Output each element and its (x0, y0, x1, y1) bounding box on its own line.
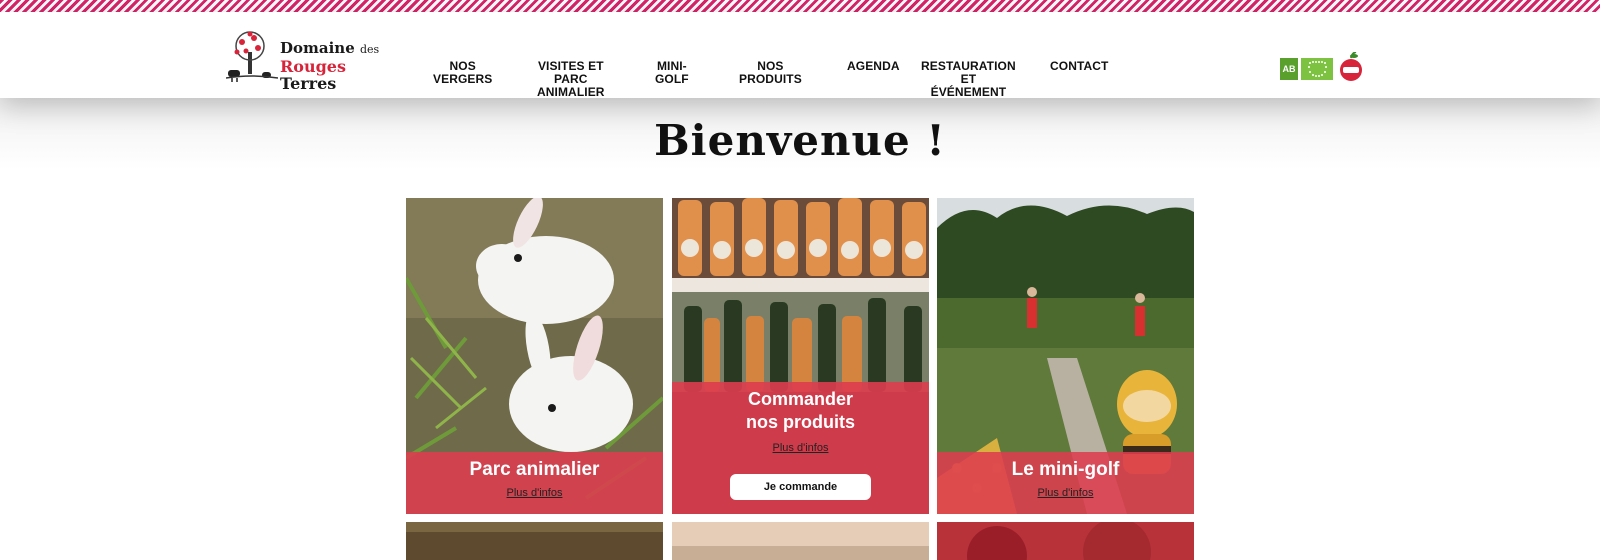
apple-tree-logo-icon (226, 31, 278, 82)
eu-organic-leaf-icon (1301, 58, 1333, 80)
nav-item-nos-vergers[interactable]: NOS VERGERS (433, 60, 492, 86)
nav-item-mini-golf[interactable]: MINI-GOLF (655, 60, 689, 86)
card-photo (672, 522, 929, 560)
logo-text-domaine: Domaine (280, 39, 355, 57)
order-button[interactable]: Je commande (730, 474, 871, 500)
card-photo (406, 522, 663, 560)
more-info-link[interactable]: Plus d'infos (1038, 487, 1094, 499)
logo-text-des: des (360, 43, 380, 56)
nav-label-line2: ÉVÉNEMENT (930, 85, 1007, 99)
card-mini-golf[interactable]: Le mini-golf Plus d'infos (937, 198, 1194, 514)
nav-label: AGENDA (847, 59, 900, 73)
page-title: Bienvenue ! (654, 116, 946, 165)
ab-organic-icon: AB (1280, 58, 1298, 80)
nav-label: NOS PRODUITS (739, 59, 802, 86)
nav-label: VISITES ET PARC (537, 59, 604, 86)
logo-wordmark: Domaine des Rouges Terres (280, 39, 396, 93)
card-row2-3[interactable] (937, 522, 1194, 560)
card-photo (937, 522, 1194, 560)
card-title-line1: Commander (747, 389, 854, 409)
card-title: Commander nos produits (672, 388, 929, 434)
card-title: Parc animalier (469, 459, 600, 480)
more-info-link[interactable]: Plus d'infos (773, 442, 829, 454)
card-row2-2[interactable] (672, 522, 929, 560)
nav-label: MINI-GOLF (655, 59, 689, 86)
card-caption-band: Parc animalier Plus d'infos (406, 452, 663, 514)
apple-logo-icon (1340, 52, 1362, 81)
site-header: Domaine des Rouges Terres NOS VERGERS VI… (0, 12, 1600, 99)
nav-label: NOS VERGERS (433, 59, 493, 86)
nav-label: RESTAURATION ET (921, 59, 1016, 86)
card-caption-band: Le mini-golf Plus d'infos (937, 452, 1194, 514)
card-commander-produits[interactable]: Commander nos produits Plus d'infos Je co… (672, 198, 929, 514)
card-caption-band: Commander nos produits Plus d'infos Je co… (672, 382, 929, 514)
nav-item-nos-produits[interactable]: NOS PRODUITS (739, 60, 802, 86)
nav-item-agenda[interactable]: AGENDA (847, 60, 900, 73)
site-logo[interactable]: Domaine des Rouges Terres (226, 28, 396, 92)
more-info-link[interactable]: Plus d'infos (507, 487, 563, 499)
card-title: Le mini-golf (1011, 459, 1120, 480)
nav-item-restauration-evenement[interactable]: RESTAURATION ET ÉVÉNEMENT (921, 60, 1016, 99)
card-parc-animalier[interactable]: Parc animalier Plus d'infos (406, 198, 663, 514)
nav-item-contact[interactable]: CONTACT (1050, 60, 1108, 73)
nav-item-visites-parc-animalier[interactable]: VISITES ET PARC ANIMALIER (537, 60, 605, 99)
nav-label: CONTACT (1050, 59, 1109, 73)
card-row2-1[interactable] (406, 522, 663, 560)
card-title-line2: nos produits (746, 412, 855, 432)
logo-text-terres: Terres (280, 74, 337, 93)
decorative-top-stripe (0, 0, 1600, 12)
nav-label-line2: ANIMALIER (537, 85, 605, 99)
